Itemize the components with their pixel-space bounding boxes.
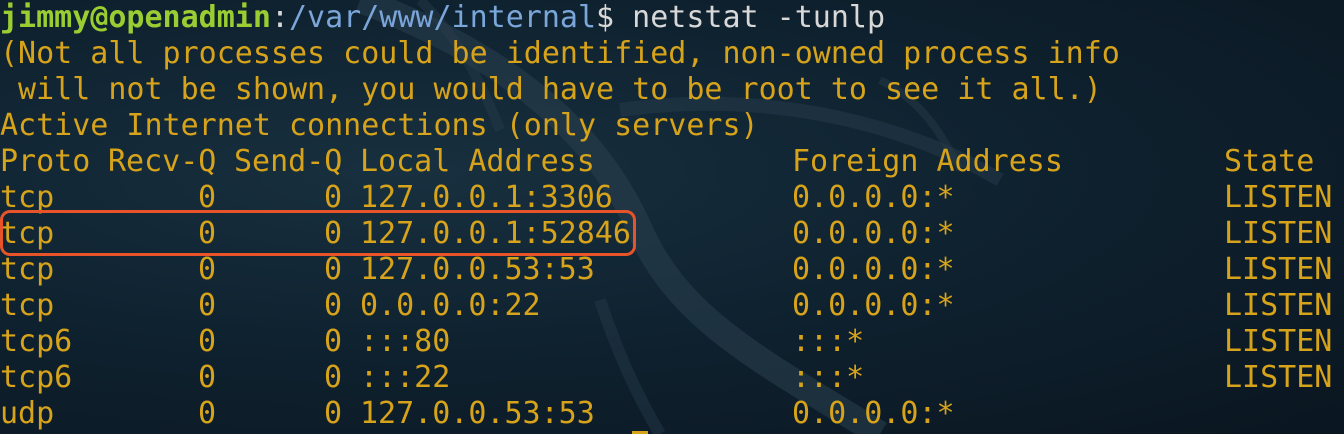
row-state: LISTEN: [1224, 216, 1333, 251]
row-state: LISTEN: [1224, 288, 1333, 323]
header-state: State: [1224, 144, 1315, 179]
row-state: LISTEN: [1224, 360, 1333, 395]
row-proto: tcp6: [0, 360, 73, 395]
header-foreign-address: Foreign Address: [792, 144, 1063, 179]
header-proto: Proto: [0, 144, 91, 179]
row-sendq: 0: [324, 288, 343, 323]
row-proto: tcp: [0, 288, 55, 323]
working-directory: /var/www/internal: [289, 0, 597, 35]
header-sendq: Send-Q: [234, 144, 343, 179]
row-recvq: 0: [198, 252, 217, 287]
row-foreign-address: 0.0.0.0:*: [792, 288, 955, 323]
row-recvq: 0: [198, 360, 217, 395]
table-row: tcp6 0 0 :::22 :::* LISTEN: [0, 360, 1344, 396]
row-proto: tcp: [0, 252, 55, 287]
message-line: (Not all processes could be identified, …: [0, 36, 1120, 71]
prompt-symbol: $: [596, 0, 615, 35]
table-row: udp 0 0 127.0.0.53:53 0.0.0.0:*: [0, 396, 1344, 432]
row-recvq: 0: [198, 288, 217, 323]
row-local-address: :::22: [360, 360, 451, 395]
row-foreign-address: 0.0.0.0:*: [792, 216, 955, 251]
row-local-address: 127.0.0.53:53: [360, 396, 595, 431]
row-foreign-address: 0.0.0.0:*: [792, 180, 955, 215]
row-sendq: 0: [324, 252, 343, 287]
table-row: tcp6 0 0 :::80 :::* LISTEN: [0, 324, 1344, 360]
row-local-address: 127.0.0.53:53: [360, 252, 595, 287]
row-foreign-address: 0.0.0.0:*: [792, 396, 955, 431]
header-local-address: Local Address: [360, 144, 595, 179]
row-foreign-address: :::*: [792, 360, 865, 395]
prompt-line: jimmy@openadmin:/var/www/internal$ netst…: [0, 0, 1344, 36]
row-proto: udp: [0, 396, 55, 431]
row-sendq: 0: [324, 324, 343, 359]
row-foreign-address: 0.0.0.0:*: [792, 252, 955, 287]
table-row: tcp 0 0 0.0.0.0:22 0.0.0.0:* LISTEN: [0, 288, 1344, 324]
row-recvq: 0: [198, 324, 217, 359]
row-recvq: 0: [198, 396, 217, 431]
row-sendq: 0: [324, 396, 343, 431]
row-state: LISTEN: [1224, 324, 1333, 359]
prompt-separator: :: [270, 0, 289, 35]
row-sendq: 0: [324, 360, 343, 395]
command-text: netstat -tunlp: [614, 0, 886, 35]
user-host: jimmy@openadmin: [0, 0, 271, 35]
row-state: LISTEN: [1224, 252, 1333, 287]
message-line: will not be shown, you would have to be …: [0, 72, 1102, 107]
terminal-window[interactable]: jimmy@openadmin:/var/www/internal$ netst…: [0, 0, 1344, 434]
header-recvq: Recv-Q: [108, 144, 217, 179]
row-local-address: :::80: [360, 324, 451, 359]
highlighted-row-annotation: [0, 210, 636, 256]
row-local-address: 0.0.0.0:22: [360, 288, 541, 323]
row-proto: tcp6: [0, 324, 73, 359]
table-header: Proto Recv-Q Send-Q Local Address Foreig…: [0, 144, 1344, 180]
message-line: Active Internet connections (only server…: [0, 108, 759, 143]
row-state: LISTEN: [1224, 180, 1333, 215]
table-row: tcp 0 0 127.0.0.53:53 0.0.0.0:* LISTEN: [0, 252, 1344, 288]
row-foreign-address: :::*: [792, 324, 865, 359]
